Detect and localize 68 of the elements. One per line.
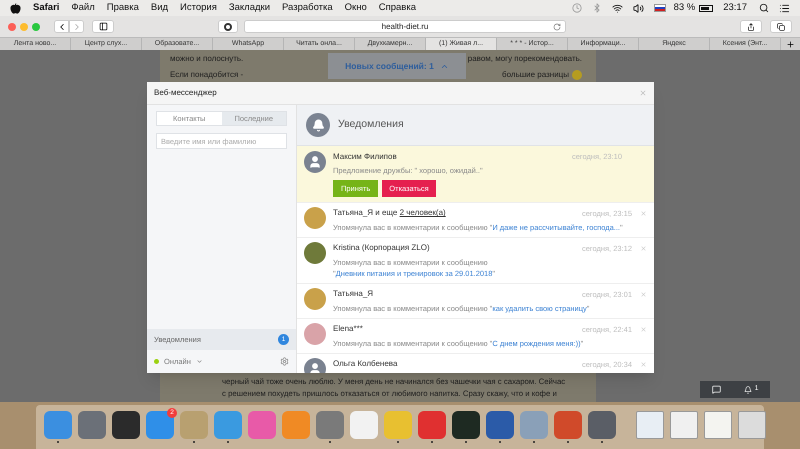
address-text: health-diet.ru <box>382 20 428 32</box>
page-text: равом, могу порекомендовать. <box>468 53 582 65</box>
app-icon[interactable] <box>112 411 140 439</box>
bell-icon <box>306 113 330 137</box>
clock-icon[interactable] <box>572 3 582 13</box>
close-icon[interactable] <box>639 89 647 97</box>
apple-icon[interactable] <box>10 2 21 14</box>
share-icon <box>747 22 755 30</box>
tabs-overview-button[interactable] <box>770 20 792 33</box>
back-button[interactable] <box>54 20 69 33</box>
sidebar-button[interactable] <box>92 20 114 33</box>
share-button[interactable] <box>740 20 762 33</box>
author-name[interactable]: Ольга Колбенева <box>333 358 398 370</box>
dismiss-icon[interactable] <box>640 360 647 368</box>
address-bar[interactable]: health-diet.ru <box>244 20 566 33</box>
minimize-window-button[interactable] <box>20 22 28 30</box>
wifi-icon[interactable] <box>612 2 623 14</box>
new-tab-icon[interactable] <box>786 40 795 48</box>
dismiss-icon[interactable] <box>640 290 647 298</box>
menu-item[interactable]: Закладки <box>228 0 270 16</box>
app-menu[interactable]: Safari <box>33 0 60 16</box>
app-icon[interactable] <box>486 411 514 439</box>
flag-icon[interactable] <box>654 4 666 12</box>
app-icon[interactable] <box>452 411 480 439</box>
menu-item[interactable]: Окно <box>344 0 367 16</box>
bluetooth-icon[interactable] <box>592 3 602 13</box>
dismiss-icon[interactable] <box>640 326 647 333</box>
extension-button[interactable] <box>218 20 238 33</box>
menu-item[interactable]: Файл <box>71 0 95 16</box>
search-icon[interactable] <box>759 3 769 13</box>
tabs-icon <box>777 22 785 30</box>
author-name[interactable]: Kristina (Корпорация ZLO) <box>333 242 430 254</box>
document-icon[interactable] <box>738 411 766 439</box>
zoom-window-button[interactable] <box>32 22 40 30</box>
author-name[interactable]: Татьяна_Я <box>333 288 374 300</box>
page-text: можно и полоснуть. <box>170 53 244 65</box>
author-name[interactable]: Татьяна_Я и еще 2 человек(а) <box>333 207 446 220</box>
list-icon[interactable] <box>779 2 790 14</box>
author-name[interactable]: Elena*** <box>333 323 363 336</box>
battery-icon[interactable] <box>699 4 714 12</box>
close-window-button[interactable] <box>8 22 16 30</box>
reload-icon[interactable] <box>553 22 561 30</box>
menu-item[interactable]: Вид <box>150 0 168 16</box>
menu-item[interactable]: Разработка <box>282 0 333 16</box>
document-icon[interactable] <box>636 411 664 439</box>
document-icon[interactable] <box>670 411 698 439</box>
dismiss-icon[interactable] <box>640 244 647 252</box>
menu-item[interactable]: Справка <box>378 0 416 16</box>
menu-item[interactable]: История <box>180 0 217 16</box>
page-text: большие разницы <box>502 69 569 81</box>
settings-icon[interactable] <box>280 357 289 366</box>
ring-icon <box>224 22 232 30</box>
page-text: Если понадобится - <box>170 69 244 81</box>
people-link[interactable]: 2 человек(а) <box>400 208 446 218</box>
chat-icon[interactable] <box>712 385 721 394</box>
dismiss-icon[interactable] <box>640 210 647 217</box>
menu-item[interactable]: Правка <box>106 0 139 16</box>
volume-icon[interactable] <box>632 2 644 14</box>
sender-name[interactable]: Максим Филипов <box>333 151 397 163</box>
app-icon[interactable] <box>588 411 616 439</box>
document-icon[interactable] <box>704 411 732 439</box>
bell-icon[interactable] <box>744 386 752 394</box>
dialog-title: Веб-мессенджер <box>154 87 217 99</box>
panel-title: Уведомления <box>338 117 404 132</box>
caret-icon[interactable] <box>196 358 203 365</box>
sidebar-icon <box>98 22 108 31</box>
battery-percent[interactable]: 83 % <box>674 0 696 16</box>
clock-time[interactable]: 23:17 <box>723 0 747 16</box>
